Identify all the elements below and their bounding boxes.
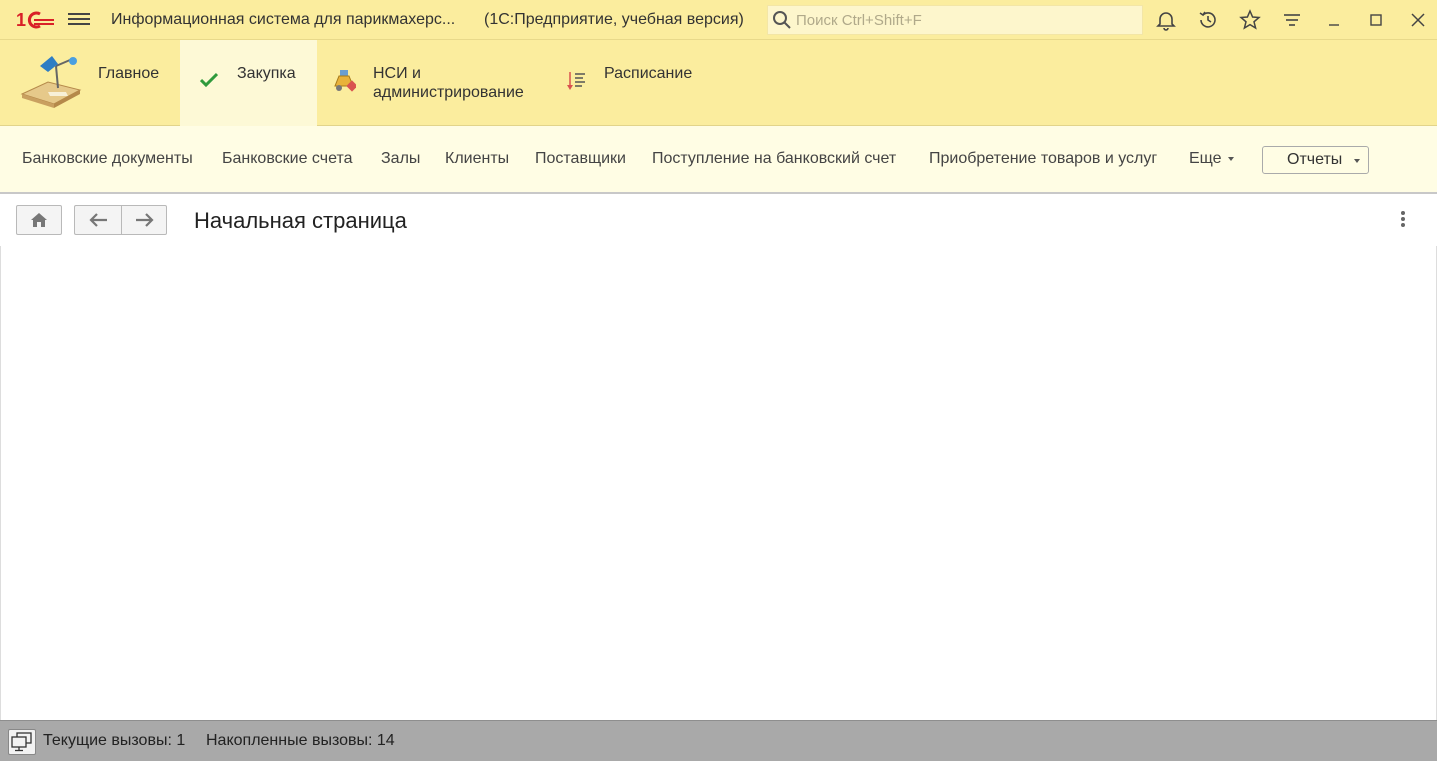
chevron-down-icon xyxy=(1227,156,1234,161)
section-label-master-data-line1: НСИ и xyxy=(373,65,421,82)
home-icon xyxy=(31,213,47,227)
more-actions-icon[interactable] xyxy=(1396,210,1410,230)
1c-logo: 1 xyxy=(16,10,54,30)
section-label-purchases: Закупка xyxy=(237,65,296,82)
functions-menu-icon[interactable] xyxy=(1281,9,1303,31)
back-button[interactable] xyxy=(74,205,122,235)
bell-icon[interactable] xyxy=(1155,9,1177,31)
sort-list-icon xyxy=(567,72,585,90)
history-icon[interactable] xyxy=(1197,9,1219,31)
more-label: Еще xyxy=(1189,150,1222,167)
section-schedule[interactable]: Расписание xyxy=(547,40,717,126)
svg-text:1: 1 xyxy=(16,10,26,30)
form-navigation-bar: Начальная страница xyxy=(0,196,1437,246)
cmd-bank-accounts[interactable]: Банковские счета xyxy=(222,150,352,168)
close-icon[interactable] xyxy=(1407,9,1429,31)
cmd-clients[interactable]: Клиенты xyxy=(445,150,509,168)
search-box[interactable] xyxy=(767,5,1143,35)
app-edition: (1С:Предприятие, учебная версия) xyxy=(484,11,744,28)
cmd-bank-documents[interactable]: Банковские документы xyxy=(22,150,193,168)
star-icon[interactable] xyxy=(1239,9,1261,31)
reports-label: Отчеты xyxy=(1287,151,1343,168)
home-button[interactable] xyxy=(16,205,62,235)
sections-panel: Главное Закупка НСИ и администрирование … xyxy=(0,40,1437,126)
accumulated-calls-text: Накопленные вызовы: 14 xyxy=(206,732,395,749)
section-master-data[interactable]: НСИ и администрирование xyxy=(317,40,547,126)
current-calls-text: Текущие вызовы: 1 xyxy=(43,732,186,749)
search-icon xyxy=(773,11,791,29)
section-label-master-data-line2: администрирование xyxy=(373,84,524,101)
cmd-bank-receipt[interactable]: Поступление на банковский счет xyxy=(652,150,896,168)
desk-lamp-icon xyxy=(20,56,82,108)
arrow-left-icon xyxy=(88,213,107,227)
section-label-main: Главное xyxy=(98,65,160,82)
forward-button[interactable] xyxy=(121,205,167,235)
minimize-icon[interactable] xyxy=(1323,9,1345,31)
content-area xyxy=(0,246,1437,720)
monitor-icon xyxy=(11,732,32,752)
checkmark-icon xyxy=(200,72,218,88)
search-input[interactable] xyxy=(796,11,1136,29)
cmd-suppliers[interactable]: Поставщики xyxy=(535,150,626,168)
maximize-icon[interactable] xyxy=(1365,9,1387,31)
reports-button[interactable]: Отчеты xyxy=(1262,146,1369,174)
main-menu-button[interactable] xyxy=(68,10,90,30)
cmd-halls[interactable]: Залы xyxy=(381,150,420,168)
flask-settings-icon xyxy=(334,70,356,92)
app-title: Информационная система для парикмахерс..… xyxy=(111,11,456,28)
arrow-right-icon xyxy=(136,213,154,227)
more-dropdown[interactable]: Еще xyxy=(1189,150,1234,168)
performance-monitor-button[interactable] xyxy=(8,729,36,755)
title-bar: 1 Информационная система для парикмахерс… xyxy=(0,0,1437,40)
cmd-goods-purchase[interactable]: Приобретение товаров и услуг xyxy=(929,150,1157,168)
status-bar: Текущие вызовы: 1 Накопленные вызовы: 14 xyxy=(0,720,1437,761)
page-title: Начальная страница xyxy=(194,208,407,233)
section-purchases[interactable]: Закупка xyxy=(180,40,317,126)
chevron-down-icon xyxy=(1354,159,1360,163)
section-commands-bar: Банковские документы Банковские счета За… xyxy=(0,126,1437,194)
section-main[interactable]: Главное xyxy=(0,40,180,126)
section-label-schedule: Расписание xyxy=(604,65,693,82)
